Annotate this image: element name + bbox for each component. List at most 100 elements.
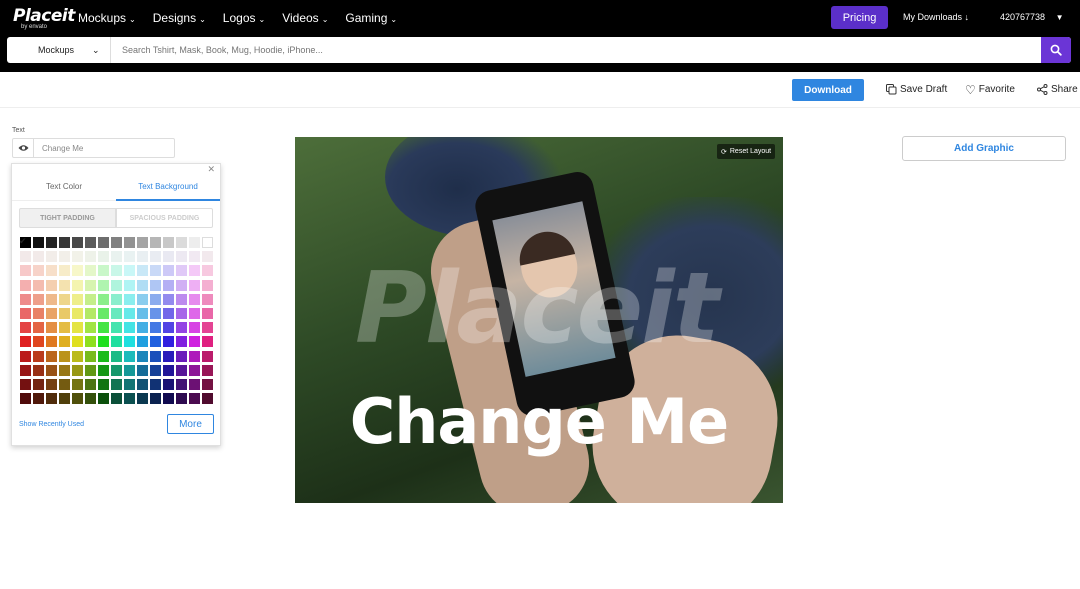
color-swatch[interactable] [111, 322, 122, 334]
color-swatch[interactable] [85, 393, 96, 405]
nav-item-videos[interactable]: Videos ⌄ [282, 11, 328, 25]
account-menu[interactable]: 420767738 ▼ [1000, 12, 1064, 22]
tight-padding-button[interactable]: TIGHT PADDING [19, 208, 116, 228]
color-swatch[interactable] [46, 336, 57, 348]
favorite-button[interactable]: ♡ Favorite [965, 84, 1015, 96]
search-button[interactable] [1041, 37, 1071, 63]
color-swatch[interactable] [20, 279, 31, 291]
text-input[interactable]: Change Me [42, 144, 83, 153]
color-swatch[interactable] [124, 265, 135, 277]
color-swatch[interactable] [124, 279, 135, 291]
color-swatch[interactable] [150, 336, 161, 348]
color-swatch[interactable] [202, 237, 213, 248]
color-swatch[interactable] [124, 308, 135, 319]
color-swatch[interactable] [189, 293, 200, 305]
color-swatch[interactable] [137, 350, 148, 362]
color-swatch[interactable] [33, 279, 44, 291]
color-swatch[interactable] [111, 265, 122, 277]
color-swatch[interactable] [98, 336, 109, 348]
color-swatch[interactable] [189, 364, 200, 376]
color-swatch[interactable] [202, 308, 213, 319]
color-swatch[interactable] [59, 308, 70, 319]
color-swatch[interactable] [189, 308, 200, 319]
color-swatch[interactable] [98, 279, 109, 291]
color-swatch[interactable] [163, 237, 174, 248]
color-swatch[interactable] [163, 336, 174, 348]
color-swatch[interactable] [111, 251, 122, 263]
color-swatch[interactable] [20, 265, 31, 277]
color-swatch[interactable] [20, 379, 31, 390]
tab-text-background[interactable]: Text Background [116, 182, 220, 191]
color-swatch[interactable] [72, 279, 83, 291]
color-swatch[interactable] [137, 251, 148, 263]
color-swatch[interactable] [33, 237, 44, 248]
color-swatch[interactable] [72, 265, 83, 277]
color-swatch[interactable] [59, 251, 70, 263]
color-swatch[interactable] [46, 393, 57, 405]
color-swatch[interactable] [176, 293, 187, 305]
color-swatch[interactable] [137, 364, 148, 376]
color-swatch[interactable] [202, 251, 213, 263]
color-swatch[interactable] [124, 293, 135, 305]
color-swatch[interactable] [137, 279, 148, 291]
color-swatch[interactable] [176, 364, 187, 376]
color-swatch[interactable] [20, 251, 31, 263]
my-downloads-link[interactable]: My Downloads ↓ [903, 12, 969, 22]
color-swatch[interactable] [111, 336, 122, 348]
pricing-button[interactable]: Pricing [831, 6, 888, 29]
color-swatch[interactable] [189, 379, 200, 390]
color-swatch[interactable] [98, 393, 109, 405]
color-swatch[interactable] [150, 251, 161, 263]
color-swatch[interactable] [202, 393, 213, 405]
color-swatch[interactable] [20, 322, 31, 334]
color-swatch[interactable] [111, 379, 122, 390]
color-swatch[interactable] [163, 251, 174, 263]
color-swatch[interactable] [163, 350, 174, 362]
color-swatch[interactable] [20, 336, 31, 348]
color-swatch[interactable] [98, 237, 109, 248]
color-swatch[interactable] [85, 293, 96, 305]
color-swatch[interactable] [98, 379, 109, 390]
color-swatch[interactable] [124, 322, 135, 334]
color-swatch[interactable] [176, 251, 187, 263]
download-button[interactable]: Download [792, 79, 864, 101]
color-swatch[interactable] [85, 336, 96, 348]
color-swatch[interactable] [150, 379, 161, 390]
color-swatch[interactable] [111, 237, 122, 248]
color-swatch[interactable] [59, 350, 70, 362]
more-colors-button[interactable]: More [167, 414, 214, 434]
color-swatch[interactable] [72, 350, 83, 362]
color-swatch[interactable] [150, 393, 161, 405]
color-swatch[interactable] [176, 393, 187, 405]
color-swatch[interactable] [20, 364, 31, 376]
color-swatch[interactable] [137, 308, 148, 319]
color-swatch[interactable] [98, 364, 109, 376]
search-input[interactable] [122, 37, 1032, 63]
color-swatch[interactable] [176, 350, 187, 362]
color-swatch[interactable] [85, 279, 96, 291]
color-swatch[interactable] [202, 293, 213, 305]
color-swatch[interactable] [33, 379, 44, 390]
color-swatch[interactable] [85, 265, 96, 277]
color-swatch[interactable] [98, 308, 109, 319]
color-swatch[interactable] [163, 393, 174, 405]
color-swatch[interactable] [111, 364, 122, 376]
color-swatch[interactable] [85, 350, 96, 362]
color-swatch[interactable] [124, 237, 135, 248]
color-swatch[interactable] [20, 393, 31, 405]
close-icon[interactable]: ✕ [207, 164, 215, 175]
color-swatch[interactable] [46, 308, 57, 319]
color-swatch[interactable] [72, 322, 83, 334]
color-swatch[interactable] [124, 364, 135, 376]
canvas-overlay-text[interactable]: Change Me [295, 385, 783, 458]
show-recently-used-link[interactable]: Show Recently Used [19, 421, 84, 428]
color-swatch[interactable] [189, 322, 200, 334]
color-swatch[interactable] [176, 279, 187, 291]
color-swatch[interactable] [202, 265, 213, 277]
color-swatch[interactable] [189, 237, 200, 248]
color-swatch[interactable] [85, 237, 96, 248]
color-swatch[interactable] [150, 293, 161, 305]
color-swatch[interactable] [150, 364, 161, 376]
mockup-canvas[interactable]: Placeit Change Me ⟳ Reset Layout [295, 137, 783, 503]
color-swatch[interactable] [137, 293, 148, 305]
